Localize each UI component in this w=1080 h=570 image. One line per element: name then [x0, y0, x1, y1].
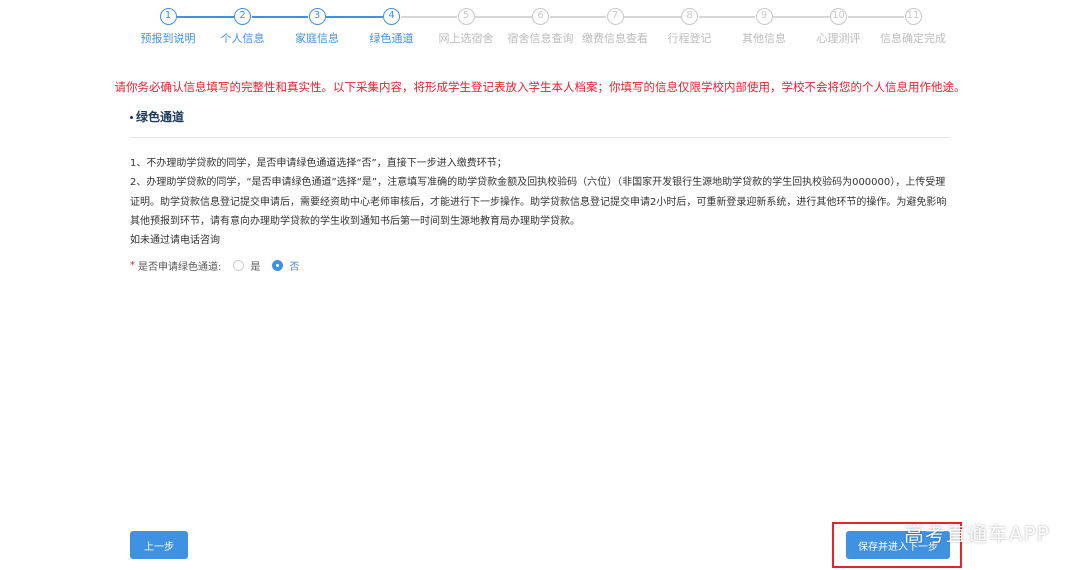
instruction-line-2: 2、办理助学贷款的同学，“是否申请绿色通道”选择“是”，注意填写准确的助学贷款金…	[130, 177, 947, 227]
step-label: 行程登记	[667, 32, 712, 45]
step-connector	[400, 16, 457, 18]
step-label: 预报到说明	[140, 32, 196, 45]
radio-yes[interactable]: 是	[233, 258, 260, 273]
step-2[interactable]: 2 个人信息	[203, 8, 283, 46]
step-progress-bar: 1 预报到说明 2 个人信息 3 家庭信息 4 绿色通道 5 网上选宿舍 6 宿舍信息查询 7 缴费信息查…	[128, 8, 950, 48]
step-connector	[773, 16, 830, 18]
step-number: 6	[532, 8, 549, 25]
instruction-line-1: 1、不办理助学贷款的同学，是否申请绿色通道选择“否”，直接下一步进入缴费环节；	[130, 158, 507, 169]
section-divider	[130, 137, 950, 138]
section-title-text: 绿色通道	[136, 110, 185, 124]
step-connector	[475, 16, 532, 18]
step-7[interactable]: 7 缴费信息查看	[575, 8, 655, 46]
step-connector	[549, 16, 606, 18]
step-number: 2	[234, 8, 251, 25]
step-number: 9	[755, 8, 773, 25]
step-8[interactable]: 8 行程登记	[650, 8, 730, 46]
radio-yes-circle[interactable]	[233, 260, 245, 271]
step-connector	[698, 16, 755, 18]
instruction-line-3: 如未通过请电话咨询	[130, 235, 220, 247]
radio-no-circle[interactable]	[272, 260, 284, 271]
step-connector	[624, 16, 681, 18]
prev-step-button[interactable]: 上一步	[130, 531, 188, 559]
step-number: 3	[308, 8, 326, 25]
step-connector	[326, 16, 383, 18]
step-number: 8	[681, 8, 698, 25]
radio-no-label[interactable]: 否	[289, 258, 299, 273]
step-number: 10	[830, 8, 847, 25]
step-1[interactable]: 1 预报到说明	[128, 8, 208, 46]
step-label: 信息确定完成	[880, 32, 946, 45]
step-connector	[847, 16, 904, 18]
radio-no[interactable]: 否	[272, 258, 299, 273]
step-connector	[251, 16, 308, 18]
step-number: 5	[457, 8, 475, 25]
required-mark: *	[130, 260, 135, 271]
step-5[interactable]: 5 网上选宿舍	[426, 8, 506, 46]
step-label: 其他信息	[742, 32, 786, 45]
step-label: 缴费信息查看	[582, 32, 648, 45]
step-6[interactable]: 6 宿舍信息查询	[501, 8, 581, 46]
step-9[interactable]: 9 其他信息	[724, 8, 804, 46]
watermark: 高考直通车APP	[904, 522, 1050, 546]
step-label: 网上选宿舍	[438, 32, 494, 45]
step-label: 个人信息	[220, 32, 265, 45]
warning-message: 请你务必确认信息填写的完整性和真实性。以下采集内容，将形成学生登记表放入学生本人…	[114, 80, 966, 94]
step-connector	[177, 16, 234, 18]
step-label: 心理测评	[816, 32, 861, 45]
bullet-icon	[130, 116, 133, 119]
step-number: 11	[904, 8, 922, 25]
step-number: 1	[159, 8, 177, 25]
step-label: 家庭信息	[295, 32, 339, 45]
step-11[interactable]: 11 信息确定完成	[873, 8, 953, 46]
step-number: 4	[383, 8, 400, 25]
step-number: 7	[606, 8, 624, 25]
instructions: 1、不办理助学贷款的同学，是否申请绿色通道选择“否”，直接下一步进入缴费环节； …	[130, 154, 952, 250]
step-label: 宿舍信息查询	[507, 32, 574, 45]
step-label: 绿色通道	[369, 32, 414, 45]
step-3[interactable]: 3 家庭信息	[277, 8, 357, 46]
section-title: 绿色通道	[130, 108, 184, 125]
radio-yes-label[interactable]: 是	[250, 258, 260, 273]
green-channel-label: 是否申请绿色通道:	[138, 262, 222, 273]
green-channel-field: * 是否申请绿色通道: 是 否	[130, 258, 299, 273]
step-10[interactable]: 10 心理测评	[799, 8, 879, 46]
step-4[interactable]: 4 绿色通道	[352, 8, 432, 46]
